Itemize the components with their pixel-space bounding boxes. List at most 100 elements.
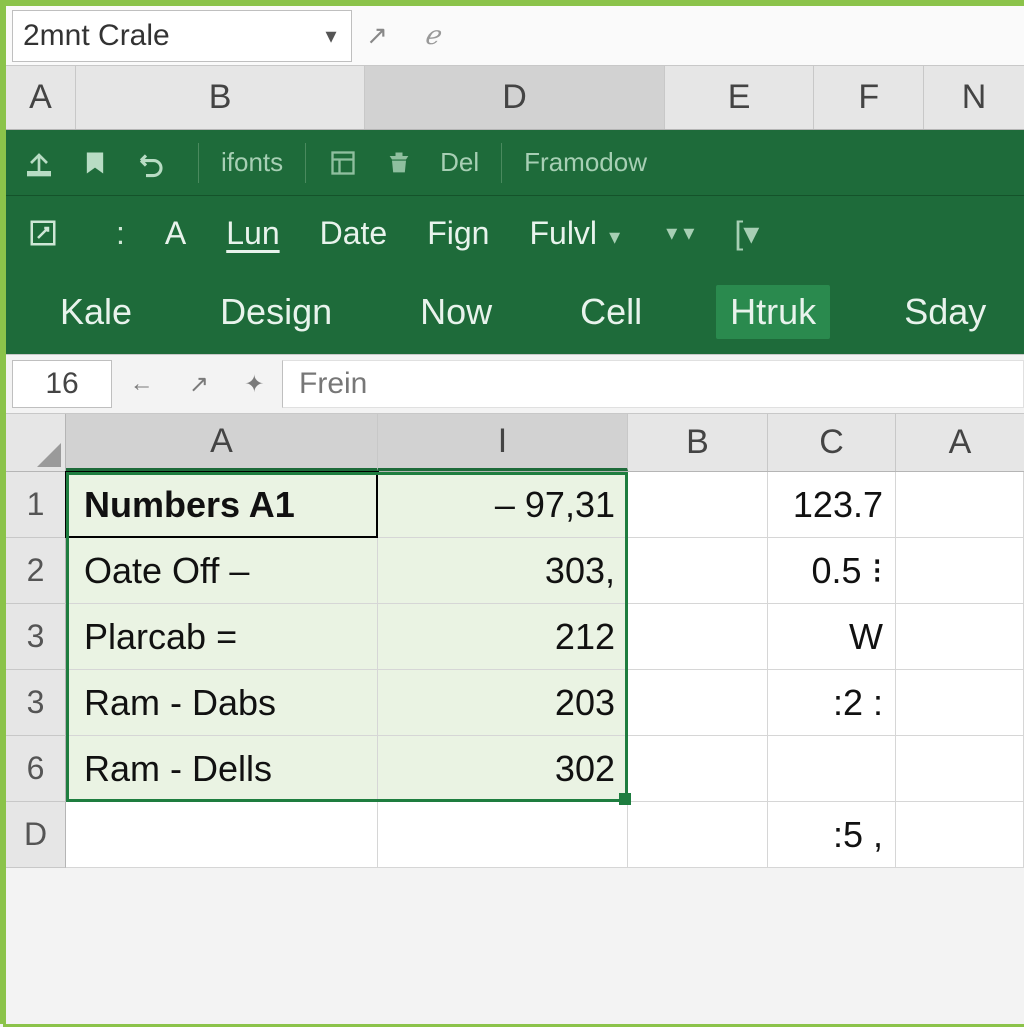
cell-A2-4[interactable] [896,670,1024,736]
name-box[interactable]: 2mnt Crale ▾ [12,10,352,62]
col-D[interactable]: D [365,66,664,129]
colhead-C[interactable]: C [768,414,896,471]
chevron-down-icon: ▾ [603,224,620,249]
cell-B5[interactable] [628,736,768,802]
leaf-icon[interactable]: ℯ [402,20,462,51]
font-a-button[interactable]: A [165,215,186,252]
cell-C5[interactable] [768,736,896,802]
cell-B2[interactable] [628,538,768,604]
bin-icon[interactable] [376,140,422,186]
cell-A2-2[interactable] [896,538,1024,604]
tab-now[interactable]: Now [406,285,506,339]
formula-input[interactable]: Frein [282,360,1024,408]
share-up-icon[interactable] [16,140,62,186]
formula-bar: 16 ← ↗ ✦ Frein [6,354,1024,414]
row-head-2[interactable]: 2 [6,538,66,604]
formula-bar-icons: ← ↗ ✦ [112,370,282,399]
cell-B1[interactable] [628,472,768,538]
lun-button[interactable]: Lun [226,215,279,252]
forward-icon[interactable]: ↗ [189,370,209,399]
grid-column-header: A I B C A [6,414,1024,472]
grid-row: 2 Oate Off – 303, 0.5 ⁝ [6,538,1024,604]
grid-row: 1 Numbers A1 – 97,31 123.7 [6,472,1024,538]
row-head-D[interactable]: D [6,802,66,868]
colhead-I[interactable]: I [378,414,628,471]
pin-icon[interactable]: ✦ [244,370,264,399]
framodow-label[interactable]: Framodow [524,147,647,178]
bracket-dropdown[interactable]: [▾ [734,214,759,252]
select-all-corner[interactable] [6,414,66,471]
cell-A3[interactable]: Plarcab = [66,604,378,670]
cell-I6[interactable] [378,802,628,868]
cell-A4[interactable]: Ram - Dabs [66,670,378,736]
expand-icon[interactable]: ↗ [352,20,402,51]
grid-row: D :5 , [6,802,1024,868]
row-head-1[interactable]: 1 [6,472,66,538]
col-F[interactable]: F [814,66,924,129]
undo-icon[interactable] [128,140,174,186]
colhead-A2[interactable]: A [896,414,1024,471]
grid-row: 6 Ram - Dells 302 [6,736,1024,802]
tab-cell[interactable]: Cell [566,285,656,339]
fulvl-button[interactable]: Fulvl ▾ [529,215,620,252]
row-head-3[interactable]: 3 [6,604,66,670]
col-A[interactable]: A [6,66,76,129]
edit-box-icon[interactable] [20,210,66,256]
chevron-down-icon[interactable]: ▾ [311,23,351,49]
cell-I5[interactable]: 302 [378,736,628,802]
back-icon[interactable]: ← [130,370,154,398]
cell-A5[interactable]: Ram - Dells [66,736,378,802]
grid-body-wrap: 1 Numbers A1 – 97,31 123.7 2 Oate Off – … [6,472,1024,868]
tab-sday[interactable]: Sday [890,285,1000,339]
tab-kale[interactable]: Kale [46,285,146,339]
namebox-bar: 2mnt Crale ▾ ↗ ℯ [6,6,1024,66]
chevron-down-icon[interactable]: ▾ ▾ [666,220,694,246]
cell-I1[interactable]: – 97,31 [378,472,628,538]
namebox-value: 2mnt Crale [13,19,311,53]
cell-A1[interactable]: Numbers A1 [66,472,378,538]
colhead-A[interactable]: A [66,414,378,471]
row-head-6[interactable]: 6 [6,736,66,802]
colhead-B[interactable]: B [628,414,768,471]
grid-row: 3 Plarcab = 212 W [6,604,1024,670]
cell-A2-5[interactable] [896,736,1024,802]
cell-C2[interactable]: 0.5 ⁝ [768,538,896,604]
cell-reference-box[interactable]: 16 [12,360,112,408]
grid-row: 3 Ram - Dabs 203 :2 : [6,670,1024,736]
cell-C1[interactable]: 123.7 [768,472,896,538]
cell-B4[interactable] [628,670,768,736]
cell-B6[interactable] [628,802,768,868]
cell-I3[interactable]: 212 [378,604,628,670]
cell-I4[interactable]: 203 [378,670,628,736]
del-label[interactable]: Del [440,147,479,178]
ribbon-tab-row: Kale Design Now Cell Htruk Sday Re [6,270,1024,354]
ribbon-quick-row: ifonts Del Framodow [6,130,1024,196]
fign-button[interactable]: Fign [427,215,489,252]
grid-body: 1 Numbers A1 – 97,31 123.7 2 Oate Off – … [6,472,1024,868]
tab-htruk[interactable]: Htruk [716,285,830,339]
layout-icon[interactable] [320,140,366,186]
cell-A2-3[interactable] [896,604,1024,670]
divider [305,143,306,183]
cell-A2-6[interactable] [896,802,1024,868]
cell-A2-1[interactable] [896,472,1024,538]
cell-A2[interactable]: Oate Off – [66,538,378,604]
cell-B3[interactable] [628,604,768,670]
tab-design[interactable]: Design [206,285,346,339]
cell-A6[interactable] [66,802,378,868]
bookmark-icon[interactable] [72,140,118,186]
cell-I2[interactable]: 303, [378,538,628,604]
col-N[interactable]: N [924,66,1024,129]
top-column-strip: A B D E F N [6,66,1024,130]
col-E[interactable]: E [665,66,815,129]
cell-C4[interactable]: :2 : [768,670,896,736]
divider [501,143,502,183]
divider [198,143,199,183]
cell-C3[interactable]: W [768,604,896,670]
row-head-3b[interactable]: 3 [6,670,66,736]
ribbon-format-row: : A Lun Date Fign Fulvl ▾ ▾ ▾ [▾ [6,196,1024,270]
cell-C6[interactable]: :5 , [768,802,896,868]
date-button[interactable]: Date [320,215,388,252]
fonts-label[interactable]: ifonts [221,147,283,178]
col-B[interactable]: B [76,66,365,129]
